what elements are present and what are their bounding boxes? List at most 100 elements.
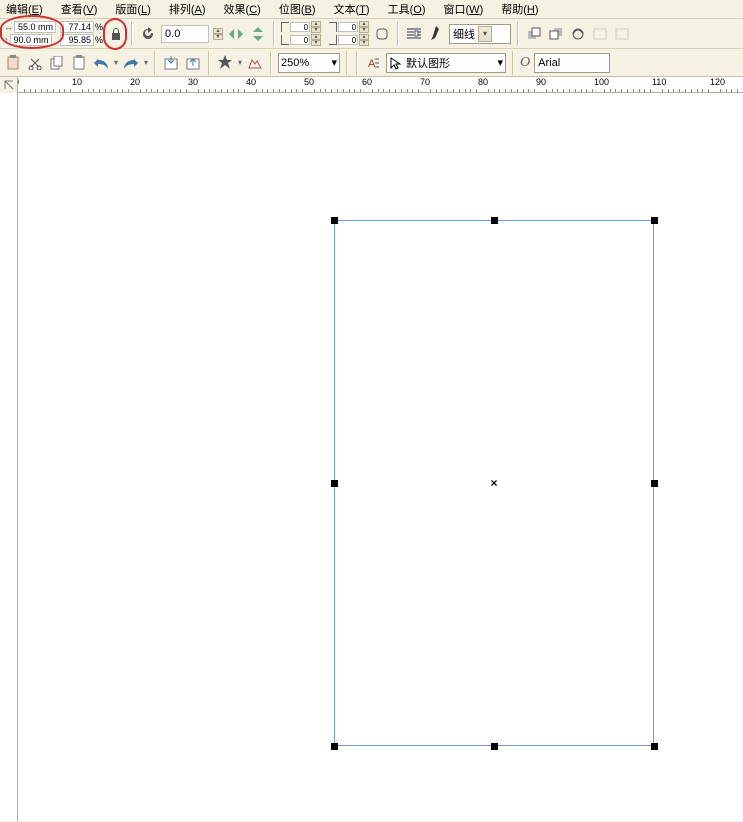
horizontal-ruler[interactable]: 0102030405060708090100110120 xyxy=(0,77,743,93)
selection-handle[interactable] xyxy=(651,480,658,487)
text-align-button[interactable]: A xyxy=(364,54,382,72)
x-icon: ↔ xyxy=(4,22,13,32)
ruler-tick: 70 xyxy=(420,77,430,87)
menu-bar: 编辑(E) 查看(V) 版面(L) 排列(A) 效果(C) 位图(B) 文本(T… xyxy=(0,0,743,19)
ruler-tick: 120 xyxy=(710,77,725,87)
outline-width-dropdown[interactable]: 细线 ▾ xyxy=(449,24,511,44)
selection-center-marker: × xyxy=(490,476,497,490)
x-position-input[interactable] xyxy=(14,21,56,33)
chevron-down-icon: ▾ xyxy=(478,26,492,42)
style-value: 默认图形 xyxy=(406,55,450,71)
selection-handle[interactable] xyxy=(491,217,498,224)
menu-text[interactable]: 文本(T) xyxy=(334,1,370,17)
to-back-button[interactable] xyxy=(547,25,565,43)
chevron-down-icon: ▾ xyxy=(498,56,504,69)
menu-window[interactable]: 窗口(W) xyxy=(444,1,484,17)
menu-arrange[interactable]: 排列(A) xyxy=(169,1,206,17)
position-group: ↔ ↕ xyxy=(4,21,56,46)
outline-pen-icon xyxy=(427,25,445,43)
rotation-icon xyxy=(139,25,157,43)
corner-tr-icon xyxy=(329,22,337,32)
corner-radius-group: ▴▾ ▴▾ ▴▾ ▴▾ xyxy=(281,21,369,46)
cut-button[interactable] xyxy=(26,54,44,72)
menu-view[interactable]: 查看(V) xyxy=(61,1,98,17)
menu-edit[interactable]: 编辑(E) xyxy=(6,1,43,17)
to-front-button[interactable] xyxy=(525,25,543,43)
ruler-tick: 40 xyxy=(246,77,256,87)
copy-button[interactable] xyxy=(48,54,66,72)
corner-br-icon xyxy=(329,35,337,45)
workspace: × xyxy=(0,93,743,821)
redo-dropdown-arrow[interactable]: ▾ xyxy=(144,58,148,67)
undo-button[interactable] xyxy=(92,54,110,72)
lock-ratio-button[interactable] xyxy=(107,25,125,43)
app-launcher-button[interactable] xyxy=(216,54,234,72)
scale-height-input[interactable] xyxy=(60,34,94,46)
wrap-text-button[interactable] xyxy=(405,25,423,43)
clipboard-button[interactable] xyxy=(70,54,88,72)
menu-bitmaps[interactable]: 位图(B) xyxy=(279,1,316,17)
disabled-button-2 xyxy=(613,25,631,43)
selection-handle[interactable] xyxy=(331,480,338,487)
corner-tl-input[interactable] xyxy=(290,22,310,32)
vertical-ruler[interactable] xyxy=(0,93,18,821)
selection-handle[interactable] xyxy=(331,743,338,750)
launcher-dropdown-arrow[interactable]: ▾ xyxy=(238,58,242,67)
rotation-input[interactable] xyxy=(161,25,209,43)
ruler-tick: 110 xyxy=(652,77,666,87)
menu-help[interactable]: 帮助(H) xyxy=(501,1,538,17)
corner-tl-spinner[interactable]: ▴▾ xyxy=(311,21,321,33)
y-position-input[interactable] xyxy=(10,34,52,46)
canvas[interactable]: × xyxy=(18,93,743,821)
ruler-tick: 90 xyxy=(536,77,546,87)
corel-online-button[interactable] xyxy=(246,54,264,72)
mirror-vertical-button[interactable] xyxy=(249,25,267,43)
corner-br-input[interactable] xyxy=(338,35,358,45)
font-dropdown[interactable]: Arial xyxy=(534,53,610,73)
corner-bl-spinner[interactable]: ▴▾ xyxy=(311,34,321,46)
zoom-value: 250% xyxy=(281,57,309,69)
corner-bl-input[interactable] xyxy=(290,35,310,45)
rotation-spinner[interactable]: ▴▾ xyxy=(213,28,223,40)
font-value: Arial xyxy=(538,57,560,69)
ruler-tick: 80 xyxy=(478,77,488,87)
graphic-style-dropdown[interactable]: 默认图形 ▾ xyxy=(386,53,506,73)
property-bar: ↔ ↕ % % ▴▾ xyxy=(0,19,743,49)
redo-button[interactable] xyxy=(122,54,140,72)
selection-handle[interactable] xyxy=(331,217,338,224)
ruler-track: 0102030405060708090100110120 xyxy=(18,77,743,92)
ruler-tick: 60 xyxy=(362,77,372,87)
menu-tools[interactable]: 工具(O) xyxy=(388,1,426,17)
separator xyxy=(273,22,275,46)
selection-handle[interactable] xyxy=(491,743,498,750)
ruler-origin-button[interactable] xyxy=(0,77,18,93)
menu-layout[interactable]: 版面(L) xyxy=(115,1,150,17)
separator xyxy=(517,22,519,46)
corner-br-spinner[interactable]: ▴▾ xyxy=(359,34,369,46)
ruler-tick: 50 xyxy=(304,77,314,87)
zoom-dropdown[interactable]: 250% ▾ xyxy=(278,53,340,73)
convert-to-curves-button[interactable] xyxy=(569,25,587,43)
separator xyxy=(154,51,156,75)
undo-dropdown-arrow[interactable]: ▾ xyxy=(114,58,118,67)
import-button[interactable] xyxy=(162,54,180,72)
scale-group: % % xyxy=(60,21,103,46)
ruler-tick: 20 xyxy=(130,77,140,87)
corner-tr-spinner[interactable]: ▴▾ xyxy=(359,21,369,33)
percent-label: % xyxy=(95,34,103,46)
cursor-icon xyxy=(389,56,403,70)
corner-tr-input[interactable] xyxy=(338,22,358,32)
mirror-horizontal-button[interactable] xyxy=(227,25,245,43)
selection-handle[interactable] xyxy=(651,743,658,750)
ruler-tick: 30 xyxy=(188,77,198,87)
round-corners-together-button[interactable] xyxy=(373,25,391,43)
ruler-tick: 10 xyxy=(72,77,82,87)
svg-text:A: A xyxy=(368,58,376,70)
corner-tl-icon xyxy=(281,22,289,32)
selection-handle[interactable] xyxy=(651,217,658,224)
export-button[interactable] xyxy=(184,54,202,72)
menu-effects[interactable]: 效果(C) xyxy=(224,1,261,17)
scale-width-input[interactable] xyxy=(60,21,94,33)
paste-button[interactable] xyxy=(4,54,22,72)
outline-width-value: 细线 xyxy=(453,26,475,42)
